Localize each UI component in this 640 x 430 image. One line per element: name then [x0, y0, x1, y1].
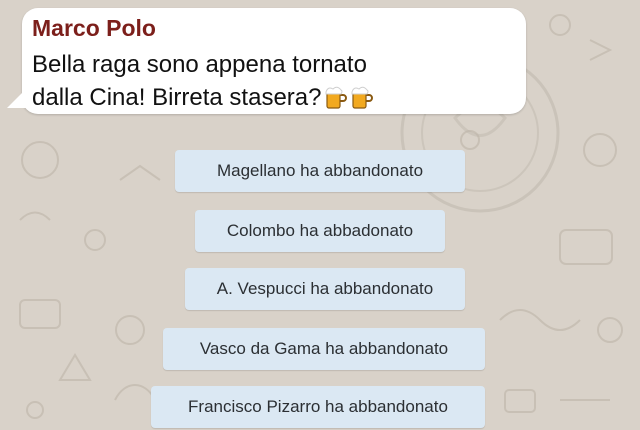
system-message: Francisco Pizarro ha abbandonato	[151, 386, 485, 428]
sender-name: Marco Polo	[32, 15, 156, 41]
beer-mug-icon	[325, 84, 348, 110]
system-message: Vasco da Gama ha abbandonato	[163, 328, 485, 370]
message-text: Bella raga sono appena tornato dalla Cin…	[32, 48, 512, 114]
message-line-2-text: dalla Cina! Birreta stasera?	[32, 84, 322, 111]
beer-mug-icon	[351, 84, 374, 110]
system-message: A. Vespucci ha abbandonato	[185, 268, 465, 310]
bubble-tail	[7, 86, 29, 108]
message-line-2: dalla Cina! Birreta stasera?	[32, 81, 512, 114]
system-message: Colombo ha abbadonato	[195, 210, 445, 252]
system-message: Magellano ha abbandonato	[175, 150, 465, 192]
message-line-1: Bella raga sono appena tornato	[32, 51, 367, 78]
